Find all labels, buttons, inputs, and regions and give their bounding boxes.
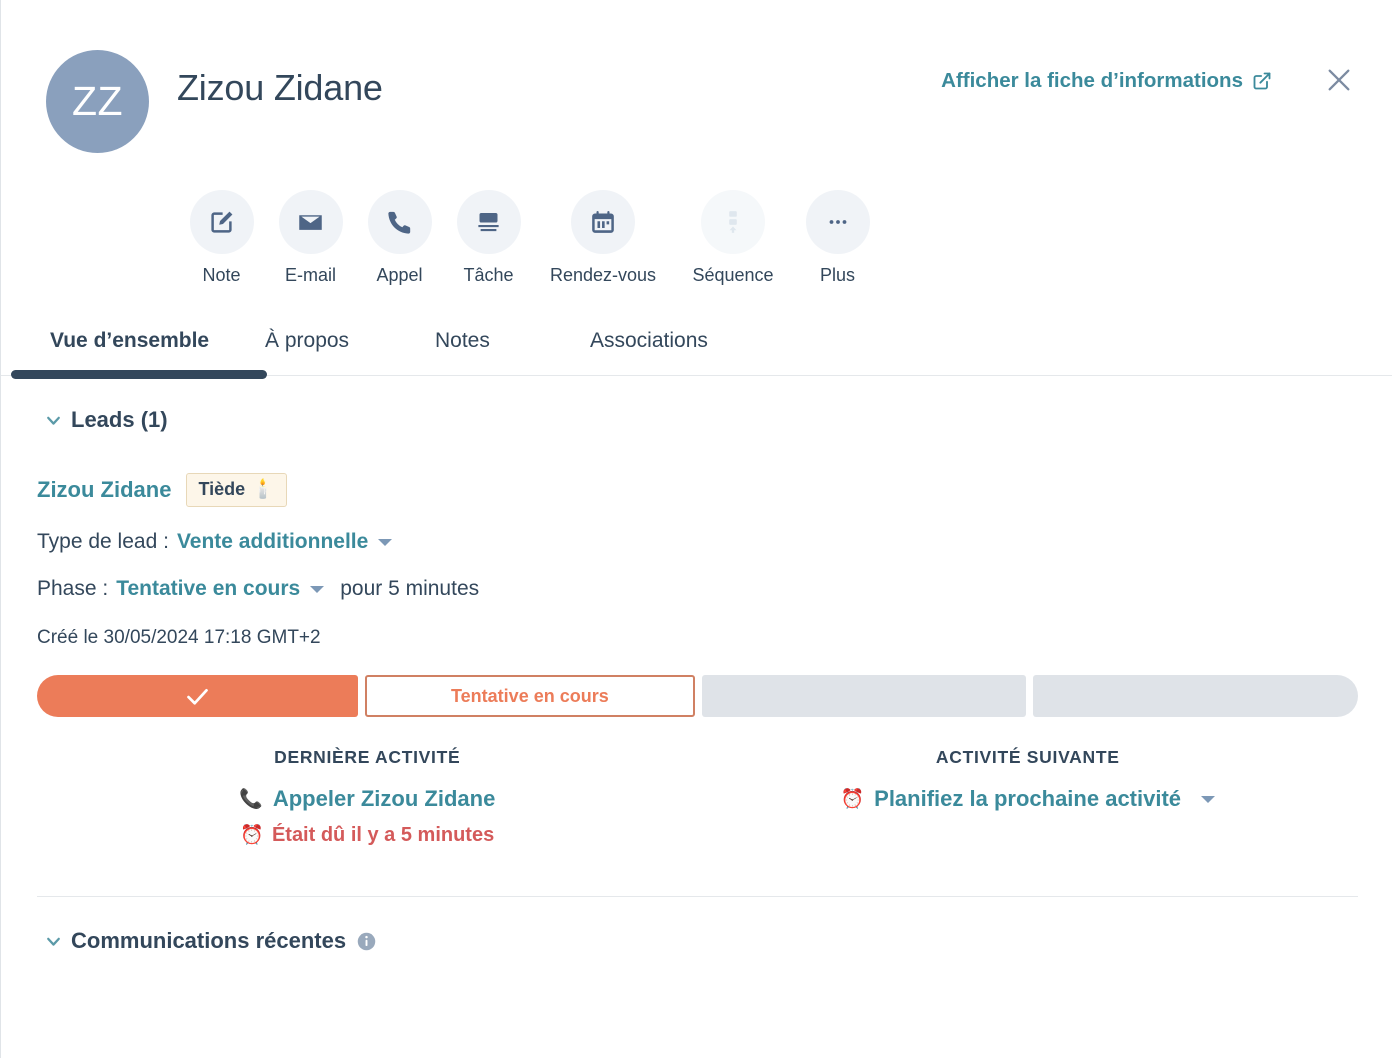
- tab-notes[interactable]: Notes: [435, 329, 590, 375]
- lead-name-row: Zizou Zidane Tiède 🕯️: [37, 473, 1358, 507]
- page-title: Zizou Zidane: [177, 67, 383, 108]
- close-button[interactable]: [1322, 64, 1356, 98]
- chevron-down-icon[interactable]: [1201, 795, 1216, 803]
- lead-phase-value[interactable]: Tentative en cours: [116, 577, 300, 601]
- chevron-down-icon[interactable]: [378, 538, 393, 546]
- action-sequence[interactable]: Séquence: [673, 190, 793, 286]
- active-tab-indicator: [11, 370, 267, 379]
- leads-section: Leads (1) Zizou Zidane Tiède 🕯️ Type de …: [1, 376, 1392, 897]
- communications-section: Communications récentes: [1, 897, 1392, 954]
- phone-icon: 📞: [239, 788, 263, 810]
- quick-actions-bar: Note E-mail Appel Tâche Rendez-vous Séqu…: [177, 153, 1392, 286]
- view-record-label: Afficher la fiche d’informations: [941, 69, 1243, 92]
- task-card-icon: [456, 190, 521, 254]
- pipeline-stage-current[interactable]: Tentative en cours: [365, 675, 695, 717]
- panel-header: ZZ Zizou Zidane Afficher la fiche d’info…: [1, 0, 1392, 379]
- action-more-label: Plus: [819, 265, 855, 285]
- lead-created-date: Créé le 30/05/2024 17:18 GMT+2: [37, 627, 321, 648]
- activity-row: DERNIÈRE ACTIVITÉ 📞 Appeler Zizou Zidane…: [37, 747, 1358, 847]
- calendar-icon: [571, 190, 635, 254]
- lead-phase-row: Phase : Tentative en cours pour 5 minute…: [37, 577, 1358, 601]
- lead-type-value[interactable]: Vente additionnelle: [177, 530, 368, 554]
- action-meeting-label: Rendez-vous: [549, 265, 657, 285]
- action-call-label: Appel: [376, 265, 423, 285]
- alarm-clock-icon: ⏰: [240, 825, 264, 846]
- pipeline-stage-upcoming-2[interactable]: [1032, 675, 1358, 717]
- action-note[interactable]: Note: [177, 190, 266, 286]
- lead-type-label: Type de lead :: [37, 530, 169, 553]
- next-activity-link[interactable]: ⏰ Planifiez la prochaine activité: [840, 786, 1216, 812]
- header-actions: Afficher la fiche d’informations: [941, 50, 1356, 98]
- alarm-clock-icon: ⏰: [840, 788, 865, 810]
- last-activity-heading: DERNIÈRE ACTIVITÉ: [274, 747, 461, 767]
- lead-stage-pipeline: Tentative en cours: [37, 675, 1358, 717]
- tab-bar: Vue d’ensemble À propos Notes Associatio…: [1, 314, 1392, 379]
- last-activity-overdue-label: Était dû il y a 5 minutes: [271, 824, 495, 846]
- sequence-icon: [701, 190, 765, 254]
- pipeline-stage-completed[interactable]: [37, 675, 359, 717]
- next-activity-column: ACTIVITÉ SUIVANTE ⏰ Planifiez la prochai…: [698, 747, 1359, 847]
- avatar-initials: ZZ: [71, 78, 124, 124]
- next-activity-link-label: Planifiez la prochaine activité: [874, 786, 1182, 811]
- tab-overview[interactable]: Vue d’ensemble: [35, 329, 265, 375]
- status-badge: Tiède 🕯️: [186, 473, 287, 507]
- chevron-down-icon[interactable]: [310, 585, 325, 593]
- communications-section-header[interactable]: Communications récentes: [35, 897, 1358, 954]
- lead-phase-duration: pour 5 minutes: [340, 577, 480, 600]
- lead-phase-label: Phase :: [37, 577, 109, 600]
- tab-associations[interactable]: Associations: [590, 329, 770, 375]
- communications-title-text: Communications récentes: [71, 928, 347, 953]
- ellipsis-icon: [805, 190, 870, 254]
- info-icon[interactable]: [356, 931, 377, 952]
- status-badge-label: Tiède: [198, 479, 246, 499]
- leads-section-header[interactable]: Leads (1): [35, 376, 1358, 433]
- leads-section-title: Leads (1): [71, 407, 168, 432]
- lead-name-link[interactable]: Zizou Zidane: [37, 477, 171, 503]
- contact-preview-panel: ZZ Zizou Zidane Afficher la fiche d’info…: [0, 0, 1392, 1058]
- chevron-down-icon[interactable]: [35, 931, 71, 952]
- lead-card: Zizou Zidane Tiède 🕯️ Type de lead : Ven…: [35, 473, 1358, 897]
- check-icon: [184, 683, 211, 710]
- envelope-icon: [278, 190, 343, 254]
- action-sequence-label: Séquence: [692, 265, 774, 285]
- action-more[interactable]: Plus: [793, 190, 882, 286]
- action-task-label: Tâche: [463, 265, 514, 285]
- last-activity-overdue: ⏰ Était dû il y a 5 minutes: [240, 824, 494, 847]
- next-activity-heading: ACTIVITÉ SUIVANTE: [935, 747, 1120, 767]
- external-link-icon: [1252, 71, 1272, 91]
- title-wrap: Zizou Zidane: [177, 50, 941, 108]
- close-icon: [1323, 64, 1355, 99]
- avatar: ZZ: [46, 50, 149, 153]
- note-pencil-icon: [189, 190, 254, 254]
- communications-section-title: Communications récentes: [71, 928, 377, 954]
- action-note-label: Note: [202, 265, 241, 285]
- action-email[interactable]: E-mail: [266, 190, 355, 286]
- action-email-label: E-mail: [284, 265, 336, 285]
- action-meeting[interactable]: Rendez-vous: [533, 190, 673, 286]
- pipeline-stage-upcoming-1[interactable]: [701, 675, 1026, 717]
- action-task[interactable]: Tâche: [444, 190, 533, 286]
- last-activity-column: DERNIÈRE ACTIVITÉ 📞 Appeler Zizou Zidane…: [37, 747, 698, 847]
- phone-icon: [367, 190, 432, 254]
- view-record-link[interactable]: Afficher la fiche d’informations: [941, 69, 1272, 93]
- last-activity-link[interactable]: 📞 Appeler Zizou Zidane: [239, 786, 495, 812]
- action-call[interactable]: Appel: [355, 190, 444, 286]
- lead-type-row: Type de lead : Vente additionnelle: [37, 530, 1358, 554]
- candle-icon: 🕯️: [251, 479, 275, 500]
- last-activity-link-label: Appeler Zizou Zidane: [272, 786, 496, 811]
- tab-about[interactable]: À propos: [265, 329, 435, 375]
- chevron-down-icon[interactable]: [35, 410, 71, 431]
